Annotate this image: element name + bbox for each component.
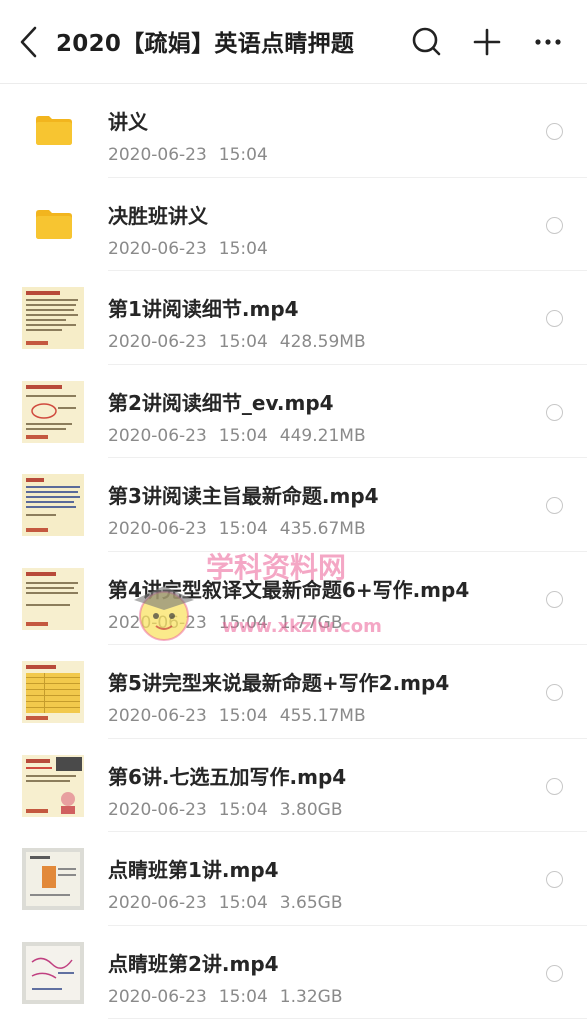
select-radio[interactable] bbox=[546, 310, 563, 327]
file-date: 2020-06-23 bbox=[108, 519, 207, 539]
list-item[interactable]: 第4讲完型叙译文最新命题6+写作.mp4 2020-06-23 15:04 1.77… bbox=[0, 552, 587, 646]
video-thumbnail bbox=[22, 661, 84, 723]
file-meta: 2020-06-23 15:04 455.17MB bbox=[108, 706, 366, 726]
list-item[interactable]: 第3讲阅读主旨最新命题.mp4 2020-06-23 15:04 435.67MB bbox=[0, 458, 587, 552]
file-time: 15:04 bbox=[218, 612, 268, 633]
file-name: 第4讲完型叙译文最新命题6+写作.mp4 bbox=[108, 577, 470, 602]
file-date: 2020-06-23 bbox=[108, 612, 207, 633]
file-meta: 2020-06-23 15:04 3.65GB bbox=[108, 893, 342, 913]
file-name: 点睛班第1讲.mp4 bbox=[108, 858, 279, 882]
file-size: 435.67MB bbox=[279, 519, 366, 539]
file-name: 第6讲.七选五加写作.mp4 bbox=[108, 764, 347, 789]
file-time: 15:04 bbox=[218, 332, 268, 352]
more-button[interactable] bbox=[528, 22, 568, 62]
back-arrow-icon bbox=[20, 26, 37, 58]
video-thumbnail bbox=[22, 474, 84, 536]
list-item[interactable]: 第5讲完型来说最新命题+写作2.mp4 2020-06-23 15:04 455.1… bbox=[0, 645, 587, 739]
file-list: 讲义 2020-06-23 15:04 决胜班讲义 2020-06-23 15:04 bbox=[0, 84, 587, 1019]
file-meta: 2020-06-23 15:04 435.67MB bbox=[108, 519, 366, 539]
select-radio[interactable] bbox=[546, 497, 563, 514]
file-size: 428.59MB bbox=[279, 332, 366, 352]
file-time: 15:04 bbox=[218, 893, 268, 913]
video-thumbnail bbox=[22, 754, 84, 817]
search-icon bbox=[412, 27, 441, 56]
folder-icon bbox=[36, 116, 72, 145]
file-size: 449.21MB bbox=[279, 425, 366, 446]
select-radio[interactable] bbox=[546, 964, 563, 982]
file-meta: 2020-06-23 15:04 bbox=[108, 239, 268, 259]
file-size: 455.17MB bbox=[279, 706, 366, 726]
file-name: 第1讲阅读细节.mp4 bbox=[108, 297, 299, 321]
file-date: 2020-06-23 bbox=[108, 332, 207, 352]
select-radio[interactable] bbox=[546, 871, 563, 888]
file-date: 2020-06-23 bbox=[108, 425, 207, 446]
file-meta: 2020-06-23 15:04 bbox=[108, 145, 268, 165]
file-meta: 2020-06-23 15:04 449.21MB bbox=[108, 426, 366, 446]
plus-icon bbox=[473, 28, 501, 56]
file-date: 2020-06-23 bbox=[108, 145, 207, 165]
file-date: 2020-06-23 bbox=[108, 986, 207, 1007]
folder-icon bbox=[36, 209, 72, 239]
list-item[interactable]: 第2讲阅读细节_ev.mp4 2020-06-23 15:04 449.21MB bbox=[0, 365, 587, 459]
list-item[interactable]: 第6讲.七选五加写作.mp4 2020-06-23 15:04 3.80GB bbox=[0, 739, 587, 833]
file-time: 15:04 bbox=[218, 706, 268, 726]
video-thumbnail bbox=[22, 567, 84, 630]
select-radio[interactable] bbox=[546, 123, 563, 140]
file-date: 2020-06-23 bbox=[108, 799, 207, 820]
file-size: 3.80GB bbox=[279, 799, 343, 820]
file-time: 15:04 bbox=[218, 519, 268, 539]
list-item[interactable]: 点睛班第1讲.mp4 2020-06-23 15:04 3.65GB bbox=[0, 832, 587, 926]
select-radio[interactable] bbox=[546, 684, 563, 701]
add-button[interactable] bbox=[467, 22, 507, 62]
file-date: 2020-06-23 bbox=[108, 706, 207, 726]
video-thumbnail bbox=[22, 941, 84, 1004]
select-radio[interactable] bbox=[546, 777, 563, 795]
file-time: 15:04 bbox=[218, 145, 268, 165]
file-meta: 2020-06-23 15:04 3.80GB bbox=[108, 800, 342, 820]
file-name: 决胜班讲义 bbox=[108, 203, 208, 228]
select-radio[interactable] bbox=[546, 590, 563, 608]
file-name: 第3讲阅读主旨最新命题.mp4 bbox=[108, 484, 379, 508]
file-time: 15:04 bbox=[218, 799, 268, 820]
file-time: 15:04 bbox=[218, 986, 268, 1007]
file-size: 3.65GB bbox=[279, 893, 343, 913]
file-name: 第5讲完型来说最新命题+写作2.mp4 bbox=[108, 671, 450, 695]
select-radio[interactable] bbox=[546, 403, 563, 421]
search-button[interactable] bbox=[406, 22, 446, 62]
file-size: 1.77GB bbox=[279, 612, 343, 633]
list-item[interactable]: 第1讲阅读细节.mp4 2020-06-23 15:04 428.59MB bbox=[0, 271, 587, 365]
file-date: 2020-06-23 bbox=[108, 238, 207, 259]
file-meta: 2020-06-23 15:04 428.59MB bbox=[108, 332, 366, 352]
file-name: 讲义 bbox=[108, 110, 148, 134]
video-thumbnail bbox=[22, 287, 84, 349]
file-date: 2020-06-23 bbox=[108, 893, 207, 913]
file-meta: 2020-06-23 15:04 1.77GB bbox=[108, 613, 342, 633]
list-item[interactable]: 讲义 2020-06-23 15:04 bbox=[0, 84, 587, 178]
file-time: 15:04 bbox=[218, 425, 268, 446]
page-title: 2020【疏娟】英语点睛押题 bbox=[56, 31, 355, 57]
video-thumbnail bbox=[22, 848, 84, 910]
file-name: 点睛班第2讲.mp4 bbox=[108, 951, 279, 976]
back-button[interactable] bbox=[14, 22, 48, 62]
select-radio[interactable] bbox=[546, 216, 563, 234]
video-thumbnail bbox=[22, 380, 84, 443]
file-time: 15:04 bbox=[218, 238, 268, 259]
top-bar: 2020【疏娟】英语点睛押题 bbox=[0, 0, 587, 84]
more-dots-icon bbox=[535, 39, 561, 45]
file-size: 1.32GB bbox=[279, 986, 343, 1007]
file-name: 第2讲阅读细节_ev.mp4 bbox=[108, 390, 334, 415]
list-item[interactable]: 点睛班第2讲.mp4 2020-06-23 15:04 1.32GB bbox=[0, 926, 587, 1020]
file-meta: 2020-06-23 15:04 1.32GB bbox=[108, 987, 342, 1007]
list-item[interactable]: 决胜班讲义 2020-06-23 15:04 bbox=[0, 178, 587, 272]
